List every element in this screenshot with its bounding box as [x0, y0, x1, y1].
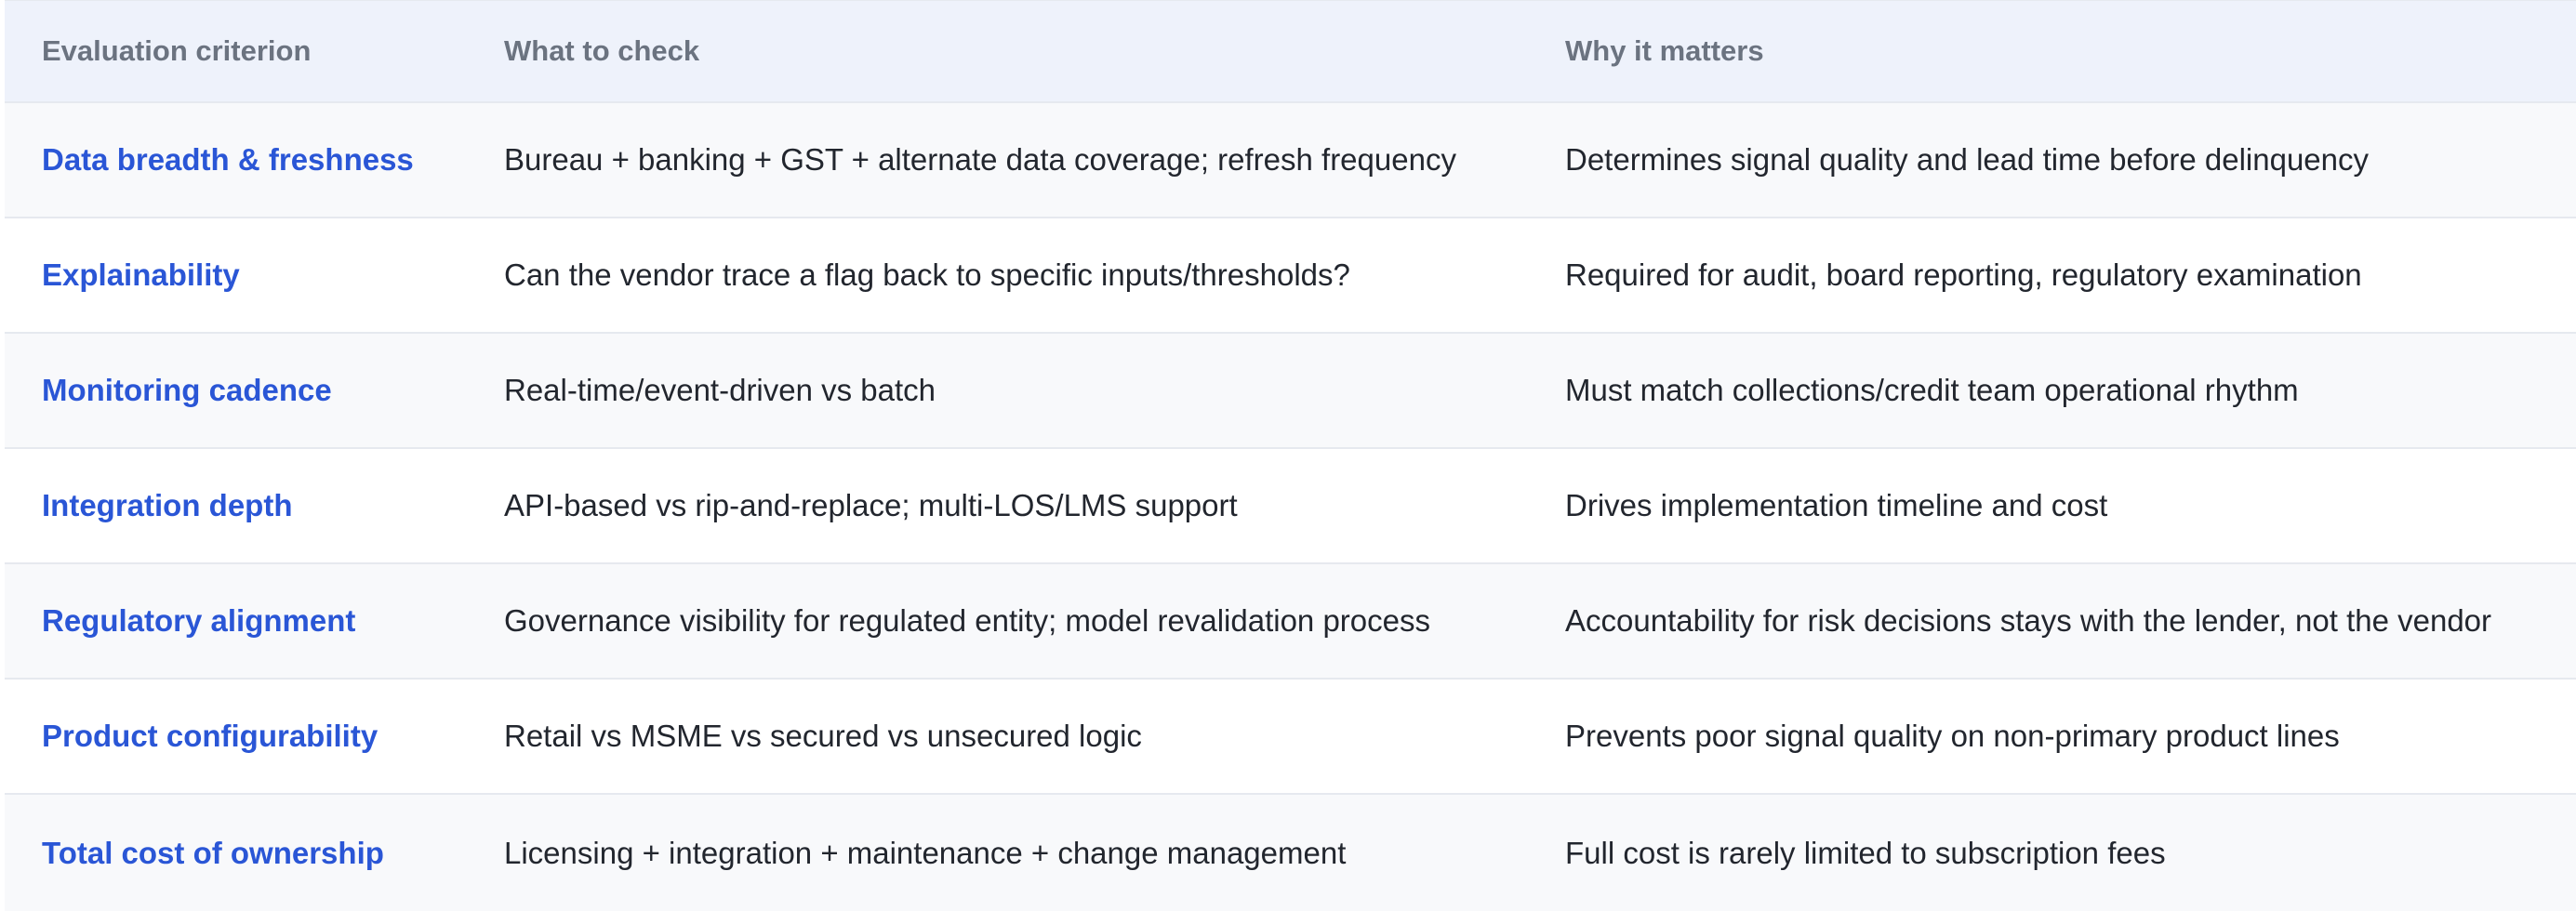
table-row: Integration depth API-based vs rip-and-r… — [5, 449, 2576, 564]
why-cell: Drives implementation timeline and cost — [1565, 488, 2108, 523]
why-cell: Prevents poor signal quality on non-prim… — [1565, 719, 2340, 754]
table-row: Regulatory alignment Governance visibili… — [5, 564, 2576, 680]
why-cell: Must match collections/credit team opera… — [1565, 373, 2299, 408]
criterion-cell: Data breadth & freshness — [42, 142, 414, 178]
evaluation-table: Evaluation criterion What to check Why i… — [5, 0, 2576, 911]
criterion-cell: Integration depth — [42, 488, 293, 523]
check-cell: API-based vs rip-and-replace; multi-LOS/… — [504, 488, 1238, 523]
criterion-cell: Monitoring cadence — [42, 373, 332, 408]
check-cell: Real-time/event-driven vs batch — [504, 373, 936, 408]
why-cell: Determines signal quality and lead time … — [1565, 142, 2370, 178]
table-row: Data breadth & freshness Bureau + bankin… — [5, 103, 2576, 218]
criterion-cell: Explainability — [42, 257, 240, 293]
table-body: Data breadth & freshness Bureau + bankin… — [5, 103, 2576, 911]
header-why-it-matters: Why it matters — [1565, 34, 1764, 68]
check-cell: Licensing + integration + maintenance + … — [504, 835, 1347, 870]
table-header-row: Evaluation criterion What to check Why i… — [5, 1, 2576, 103]
header-evaluation-criterion: Evaluation criterion — [42, 34, 312, 68]
table-row: Total cost of ownership Licensing + inte… — [5, 795, 2576, 911]
criterion-cell: Regulatory alignment — [42, 603, 356, 639]
check-cell: Governance visibility for regulated enti… — [504, 603, 1430, 639]
why-cell: Full cost is rarely limited to subscript… — [1565, 835, 2166, 870]
table-row: Product configurability Retail vs MSME v… — [5, 680, 2576, 795]
criterion-cell: Total cost of ownership — [42, 835, 384, 870]
header-what-to-check: What to check — [504, 34, 700, 68]
criterion-cell: Product configurability — [42, 719, 378, 754]
check-cell: Retail vs MSME vs secured vs unsecured l… — [504, 719, 1142, 754]
why-cell: Accountability for risk decisions stays … — [1565, 603, 2492, 639]
table-row: Explainability Can the vendor trace a fl… — [5, 218, 2576, 334]
table-row: Monitoring cadence Real-time/event-drive… — [5, 334, 2576, 449]
check-cell: Can the vendor trace a flag back to spec… — [504, 257, 1350, 293]
check-cell: Bureau + banking + GST + alternate data … — [504, 142, 1456, 178]
why-cell: Required for audit, board reporting, reg… — [1565, 257, 2362, 293]
